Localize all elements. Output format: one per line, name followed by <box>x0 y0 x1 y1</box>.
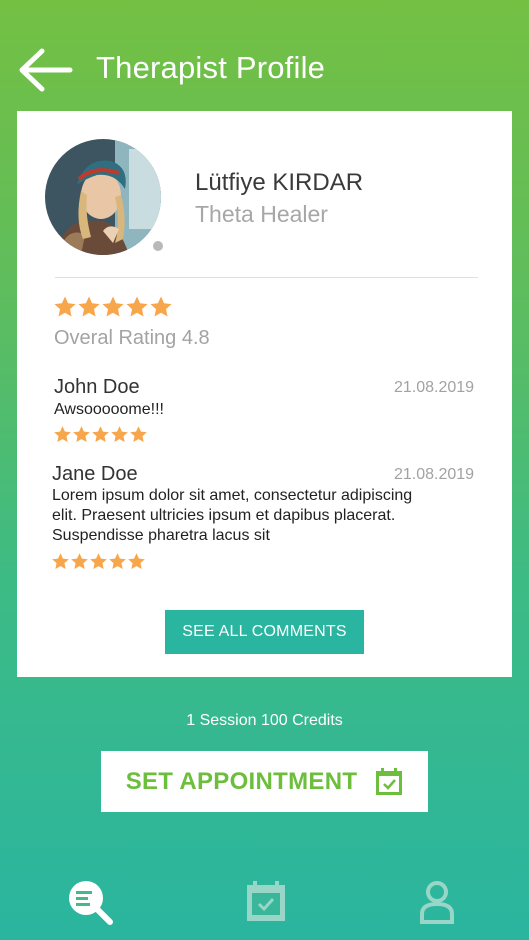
review-date: 21.08.2019 <box>394 466 475 483</box>
page-title: Therapist Profile <box>96 50 326 85</box>
star-icon <box>54 296 76 317</box>
reviewer-name: Jane Doe <box>52 463 138 485</box>
set-appointment-button[interactable]: SET APPOINTMENT <box>101 751 428 812</box>
back-button[interactable] <box>18 48 74 92</box>
star-icon <box>130 426 147 443</box>
star-icon <box>92 426 109 443</box>
star-icon <box>73 426 90 443</box>
review-text: Lorem ipsum dolor sit amet, consectetur … <box>52 486 412 546</box>
review-text-line: Suspendisse pharetra lacus sit <box>52 527 270 544</box>
calendar-check-icon <box>376 767 403 795</box>
review-rating-stars <box>53 425 148 444</box>
review-rating-stars <box>51 552 146 571</box>
overall-rating-stars <box>53 295 173 319</box>
therapist-name: Lütfiye KIRDAR <box>195 169 364 196</box>
search-list-icon <box>69 881 113 925</box>
bottom-tab-bar <box>0 868 529 940</box>
review-text: Awsooooome!!! <box>54 401 164 418</box>
star-icon <box>78 296 100 317</box>
avatar-photo <box>45 139 161 255</box>
avatar <box>45 139 161 255</box>
star-icon <box>102 296 124 317</box>
overall-rating-label: Overal Rating 4.8 <box>54 327 210 349</box>
review-date: 21.08.2019 <box>394 379 475 396</box>
star-icon <box>54 426 71 443</box>
app-header: Therapist Profile <box>0 0 529 112</box>
calendar-icon <box>247 881 285 921</box>
tab-profile[interactable] <box>413 878 461 926</box>
star-icon <box>52 553 69 570</box>
review-text-line: Lorem ipsum dolor sit amet, consectetur … <box>52 487 413 504</box>
arrow-left-icon <box>19 48 73 92</box>
set-appointment-label: SET APPOINTMENT <box>125 767 358 795</box>
tab-therapists[interactable] <box>66 878 114 926</box>
tab-appointments[interactable] <box>242 878 290 926</box>
review-text-line: elit. Praesent ultricies ipsum et dapibu… <box>52 507 396 524</box>
star-icon <box>109 553 126 570</box>
star-icon <box>128 553 145 570</box>
see-all-comments-button[interactable]: SEE ALL COMMENTS <box>165 610 364 654</box>
star-icon <box>71 553 88 570</box>
profile-card: Lütfiye KIRDAR Theta Healer Overal Ratin… <box>17 111 512 677</box>
divider <box>55 277 478 278</box>
reviewer-name: John Doe <box>54 376 140 398</box>
user-icon <box>420 881 454 924</box>
star-icon <box>150 296 172 317</box>
star-icon <box>90 553 107 570</box>
star-icon <box>126 296 148 317</box>
therapist-role: Theta Healer <box>195 201 328 227</box>
session-credits-text: 1 Session 100 Credits <box>186 712 343 729</box>
star-icon <box>111 426 128 443</box>
online-status-indicator <box>151 239 165 253</box>
